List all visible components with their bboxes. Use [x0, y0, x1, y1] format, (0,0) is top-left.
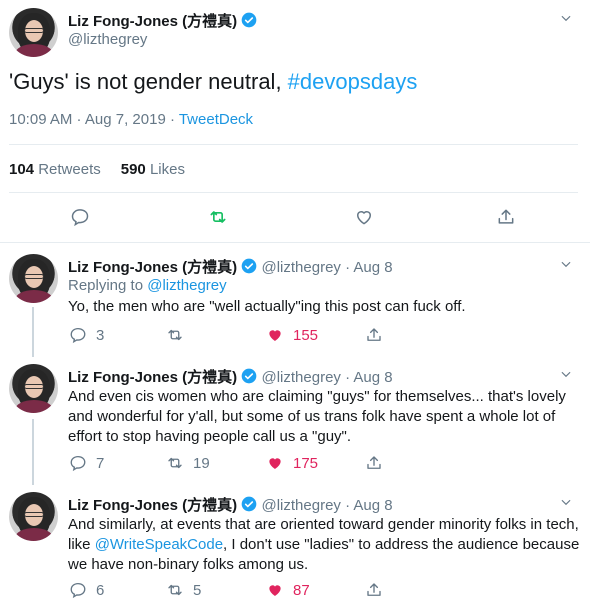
like-count: 87 [293, 581, 310, 599]
heart-filled-icon [269, 585, 281, 596]
divider [9, 192, 578, 193]
handle-and-date[interactable]: @lizthegrey · Aug 8 [262, 497, 393, 514]
author-name[interactable]: Liz Fong-Jones (方禮真) [68, 497, 237, 514]
chevron-down-icon[interactable] [559, 11, 573, 25]
timestamp-text[interactable]: 10:09 AM · Aug 7, 2019 · [9, 111, 179, 128]
likes-label: Likes [149, 161, 185, 178]
replying-to-label: Replying to [68, 277, 148, 294]
retweets-label: Retweets [38, 161, 101, 178]
share-icon [367, 328, 381, 341]
chevron-down-icon[interactable] [559, 367, 573, 381]
like-action[interactable]: 155 [266, 326, 318, 344]
reply-icon [70, 327, 86, 344]
reply-text: Yo, the men who are "well actually"ing t… [68, 298, 466, 315]
heart-filled-icon [269, 458, 281, 469]
like-count: 155 [293, 326, 319, 344]
tweet-timestamp: 10:09 AM · Aug 7, 2019 · TweetDeck [9, 111, 253, 128]
handle-and-date[interactable]: @lizthegrey · Aug 8 [262, 259, 393, 276]
reply-action[interactable]: 7 [69, 454, 104, 472]
author-name[interactable]: Liz Fong-Jones (方禮真) [68, 259, 237, 276]
retweet-icon [168, 584, 182, 596]
share-icon [367, 456, 381, 469]
thread-line [32, 419, 34, 485]
author-name-text[interactable]: Liz Fong-Jones (方禮真) [68, 13, 237, 30]
divider [0, 242, 590, 243]
tweet-text-body: 'Guys' is not gender neutral, [9, 69, 288, 94]
author-name[interactable]: Liz Fong-Jones (方禮真) [68, 369, 237, 386]
retweets-stat[interactable]: 104 Retweets [9, 161, 101, 178]
like-icon[interactable] [354, 207, 374, 227]
heart-filled-icon [269, 330, 281, 341]
reply-icon [70, 582, 86, 599]
share-icon[interactable] [496, 207, 516, 227]
reply-header: Liz Fong-Jones (方禮真) @lizthegrey · Aug 8 [68, 494, 393, 515]
retweet-count: 5 [193, 581, 202, 599]
thread-line [32, 307, 34, 357]
share-action[interactable] [365, 326, 383, 344]
source-link[interactable]: TweetDeck [179, 111, 253, 128]
reply-count: 7 [96, 454, 105, 472]
divider [9, 144, 578, 145]
retweets-count: 104 [9, 161, 35, 178]
reply-count: 3 [96, 326, 105, 344]
retweet-action[interactable]: 19 [166, 454, 210, 472]
reply-text: And similarly, at events that are orient… [68, 515, 580, 575]
avatar[interactable] [9, 254, 58, 303]
avatar[interactable] [9, 364, 58, 413]
author-handle[interactable]: @lizthegrey [68, 31, 147, 48]
share-icon [367, 583, 381, 596]
like-action[interactable]: 87 [266, 581, 310, 599]
replying-to-link[interactable]: @lizthegrey [147, 277, 226, 294]
retweet-icon [168, 329, 182, 341]
verified-icon [241, 258, 257, 274]
reply-icon[interactable] [70, 207, 90, 227]
handle-and-date[interactable]: @lizthegrey · Aug 8 [262, 369, 393, 386]
reply-text: And even cis women who are claiming "guy… [68, 388, 566, 445]
reply-header: Liz Fong-Jones (方禮真) @lizthegrey · Aug 8 [68, 366, 393, 387]
verified-icon [241, 368, 257, 384]
retweet-action[interactable]: 5 [166, 581, 201, 599]
chevron-down-icon[interactable] [559, 495, 573, 509]
reply-icon [70, 455, 86, 472]
reply-action[interactable]: 3 [69, 326, 104, 344]
retweet-icon[interactable] [208, 207, 228, 227]
reply-action[interactable]: 6 [69, 581, 104, 599]
chevron-down-icon[interactable] [559, 257, 573, 271]
avatar[interactable] [9, 8, 58, 57]
retweet-action[interactable] [166, 326, 193, 344]
mention-link[interactable]: @WriteSpeakCode [95, 536, 223, 553]
likes-count: 590 [120, 161, 146, 178]
retweet-count: 19 [193, 454, 210, 472]
replying-to: Replying to @lizthegrey [68, 277, 227, 294]
likes-stat[interactable]: 590 Likes [121, 161, 185, 178]
tweet-text: 'Guys' is not gender neutral, #devopsday… [9, 69, 417, 95]
like-action[interactable]: 175 [266, 454, 318, 472]
share-action[interactable] [365, 454, 383, 472]
author-name[interactable]: Liz Fong-Jones (方禮真) [68, 10, 257, 31]
hashtag-link[interactable]: #devopsdays [288, 69, 418, 94]
verified-icon [241, 12, 257, 28]
retweet-icon [168, 457, 182, 469]
reply-count: 6 [96, 581, 105, 599]
share-action[interactable] [365, 581, 383, 599]
reply-header: Liz Fong-Jones (方禮真) @lizthegrey · Aug 8 [68, 256, 393, 277]
avatar[interactable] [9, 492, 58, 541]
like-count: 175 [293, 454, 319, 472]
tweet-stats: 104 Retweets 590 Likes [9, 161, 185, 178]
verified-icon [241, 496, 257, 512]
